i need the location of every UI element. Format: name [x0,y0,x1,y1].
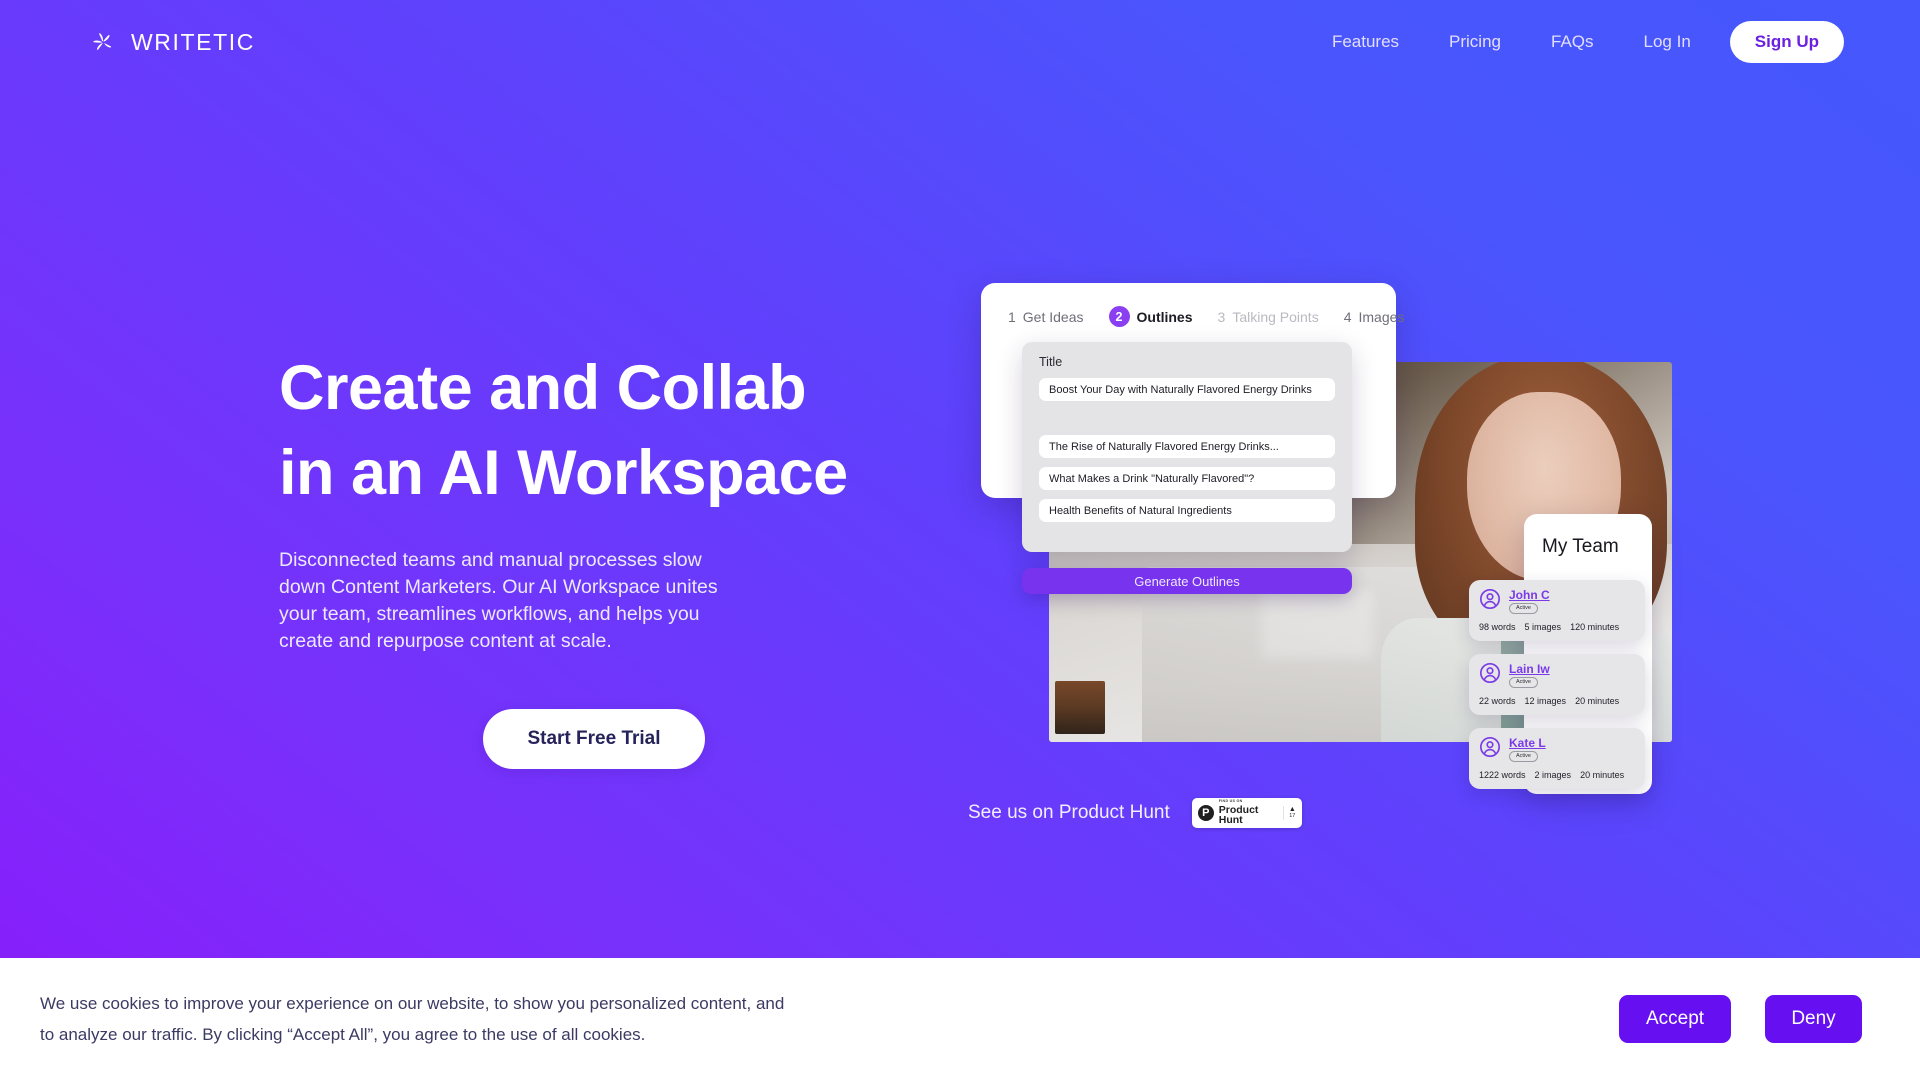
stat-words: 1222 words [1479,770,1526,780]
deny-cookies-button[interactable]: Deny [1765,995,1862,1043]
app-mockup-cluster: 1 Get Ideas 2 Outlines 3 Talking Points … [0,0,1920,1080]
nav-link-pricing[interactable]: Pricing [1424,24,1526,60]
status-badge: Active [1509,677,1538,688]
team-member-name[interactable]: John C [1509,589,1550,601]
tab-outlines-label: Outlines [1136,308,1193,325]
team-member-name[interactable]: Lain Iw [1509,663,1550,675]
team-member-meta: Kate L Active [1509,737,1546,762]
tab-outlines-number: 2 [1108,306,1130,327]
my-team-title: My Team [1542,536,1619,557]
cookie-actions: Accept Deny [1619,995,1862,1043]
cookie-message-line-1: We use cookies to improve your experienc… [40,994,785,1013]
stat-images: 5 images [1524,622,1562,632]
product-hunt-votes[interactable]: ▲ 17 [1282,806,1296,820]
cookie-message-line-2: to analyze our traffic. By clicking “Acc… [40,1025,646,1044]
tab-get-ideas-label: Get Ideas [1022,308,1084,325]
brand-logo[interactable]: WRITETIC [88,27,255,57]
tab-images-label: Images [1358,308,1405,325]
tab-get-ideas[interactable]: 1 Get Ideas [1008,309,1084,325]
stat-images: 12 images [1524,696,1567,706]
accept-cookies-button[interactable]: Accept [1619,995,1731,1043]
tab-outlines[interactable]: 2 Outlines [1108,306,1193,327]
title-field-label: Title [1039,355,1063,369]
status-badge: Active [1509,603,1538,614]
team-member-row[interactable]: John C Active 98 words 5 images 120 minu… [1469,580,1645,641]
sign-up-button[interactable]: Sign Up [1729,21,1844,63]
generate-outlines-button[interactable]: Generate Outlines [1022,568,1352,594]
nav-link-login[interactable]: Log In [1619,24,1716,60]
avatar-icon [1479,736,1501,763]
product-hunt-label: See us on Product Hunt [968,802,1170,823]
tab-get-ideas-number: 1 [1008,308,1016,325]
outline-editor: Title Boost Your Day with Naturally Flav… [1022,342,1352,552]
upvote-count: 17 [1289,813,1296,820]
team-member-header: Kate L Active [1479,736,1635,763]
brand-name: WRITETIC [131,28,255,55]
stat-minutes: 20 minutes [1575,696,1620,706]
cookie-message: We use cookies to improve your experienc… [40,988,784,1050]
product-hunt-badge-texts: FIND US ON Product Hunt [1219,800,1278,826]
team-member-name[interactable]: Kate L [1509,737,1546,749]
team-member-meta: Lain Iw Active [1509,663,1550,688]
status-badge: Active [1509,751,1538,762]
cookie-consent-banner: We use cookies to improve your experienc… [0,958,1920,1080]
tab-images[interactable]: 4 Images [1344,309,1405,325]
my-team-panel: My Team John C Active 98 words 5 images … [1469,514,1652,794]
pinwheel-star-icon [88,27,118,57]
tab-talking-points-number: 3 [1217,308,1226,325]
title-input[interactable]: Boost Your Day with Naturally Flavored E… [1039,378,1335,401]
product-hunt-badge[interactable]: P FIND US ON Product Hunt ▲ 17 [1191,798,1302,828]
product-hunt-name: Product Hunt [1218,803,1259,827]
team-member-row[interactable]: Lain Iw Active 22 words 12 images 20 min… [1469,654,1645,715]
stat-minutes: 120 minutes [1570,622,1620,632]
avatar-icon [1479,588,1501,615]
team-member-header: Lain Iw Active [1479,662,1635,689]
stat-words: 98 words [1479,622,1516,632]
tab-talking-points[interactable]: 3 Talking Points [1218,309,1319,325]
team-member-stats: 1222 words 2 images 20 minutes [1479,770,1635,780]
outline-suggestion-1[interactable]: The Rise of Naturally Flavored Energy Dr… [1039,435,1335,458]
product-hunt-icon: P [1197,805,1214,821]
stat-words: 22 words [1479,696,1516,706]
outline-suggestion-3[interactable]: Health Benefits of Natural Ingredients [1039,499,1335,522]
tab-images-number: 4 [1343,308,1352,325]
upvote-caret-icon: ▲ [1288,806,1296,814]
top-navigation-bar: WRITETIC Features Pricing FAQs Log In Si… [0,0,1920,84]
tab-talking-points-label: Talking Points [1232,308,1319,325]
team-member-meta: John C Active [1509,589,1550,614]
team-member-header: John C Active [1479,588,1635,615]
team-member-stats: 98 words 5 images 120 minutes [1479,622,1635,632]
avatar-icon [1479,662,1501,689]
team-member-row[interactable]: Kate L Active 1222 words 2 images 20 min… [1469,728,1645,789]
nav-link-features[interactable]: Features [1307,24,1424,60]
nav-link-faqs[interactable]: FAQs [1526,24,1619,60]
nav-links: Features Pricing FAQs Log In Sign Up [1307,21,1844,63]
outline-suggestion-2[interactable]: What Makes a Drink "Naturally Flavored"? [1039,467,1335,490]
workflow-tabs: 1 Get Ideas 2 Outlines 3 Talking Points … [981,283,1404,327]
team-member-stats: 22 words 12 images 20 minutes [1479,696,1635,706]
stat-minutes: 20 minutes [1580,770,1625,780]
product-hunt-row: See us on Product Hunt P FIND US ON Prod… [968,798,1302,828]
stat-images: 2 images [1534,770,1572,780]
